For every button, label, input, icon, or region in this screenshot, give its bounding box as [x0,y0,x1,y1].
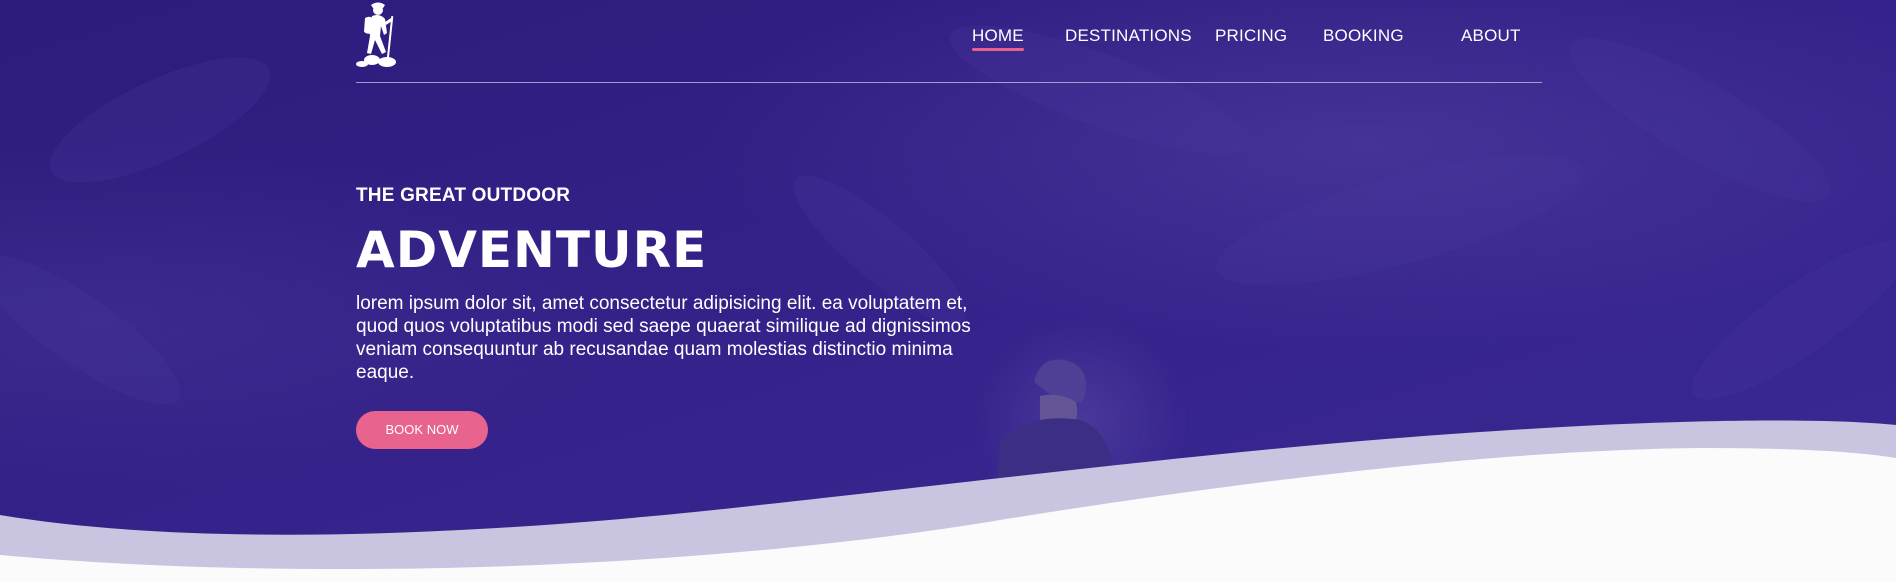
hiker-icon[interactable] [356,2,402,68]
hero-content: THE GREAT OUTDOOR ADVENTURE lorem ipsum … [356,184,996,384]
nav-booking[interactable]: BOOKING [1323,26,1404,46]
header-divider [356,82,1542,83]
nav-home[interactable]: HOME [972,26,1024,51]
nav-about[interactable]: ABOUT [1461,26,1521,46]
header: HOME DESTINATIONS PRICING BOOKING ABOUT [356,0,1542,83]
main-nav: HOME DESTINATIONS PRICING BOOKING ABOUT [922,26,1542,52]
hero-section: HOME DESTINATIONS PRICING BOOKING ABOUT … [0,0,1896,582]
hero-eyebrow: THE GREAT OUTDOOR [356,185,571,206]
book-now-button[interactable]: BOOK NOW [356,411,488,449]
hero-title: ADVENTURE [356,221,708,279]
nav-destinations[interactable]: DESTINATIONS [1065,26,1192,46]
nav-pricing[interactable]: PRICING [1215,26,1287,46]
hero-description: lorem ipsum dolor sit, amet consectetur … [356,293,971,383]
